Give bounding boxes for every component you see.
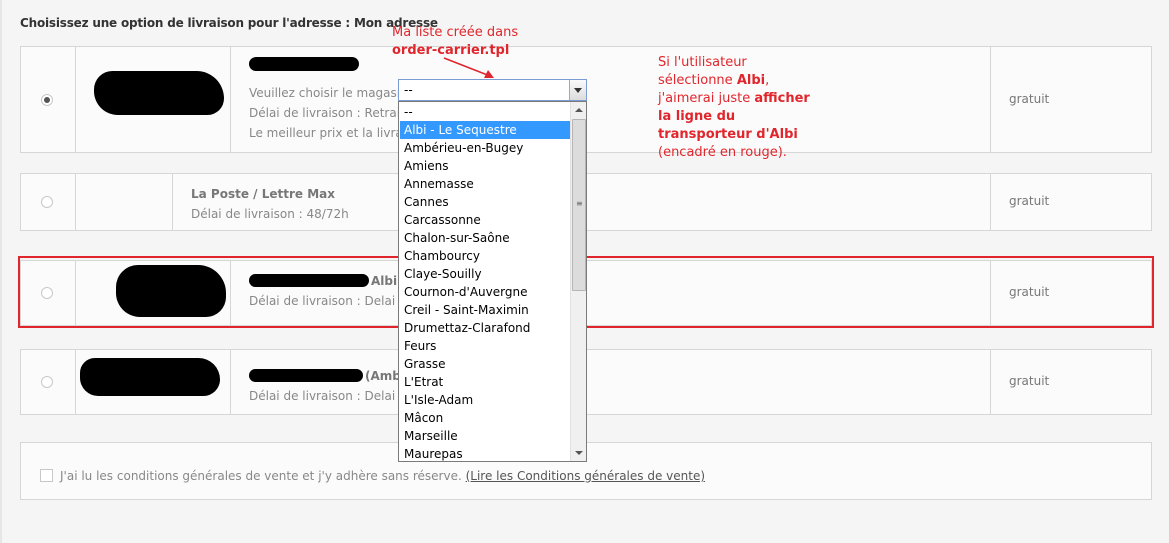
store-option[interactable]: Ambérieu-en-Bugey (400, 139, 570, 157)
store-option[interactable]: Mâcon (400, 409, 570, 427)
right-annotation-line6: (encadré en rouge). (658, 145, 787, 160)
note-text: sélectionne (658, 73, 737, 88)
terms-link[interactable]: (Lire les Conditions générales de vente) (466, 469, 705, 483)
store-option-list: -- Albi - Le Sequestre Ambérieu-en-Bugey Am… (400, 103, 570, 461)
carrier-price: gratuit (1009, 91, 1050, 106)
store-option[interactable]: Cournon-d'Auvergne (400, 283, 570, 301)
radio-cell (21, 47, 76, 152)
carrier-details: La Poste / Lettre Max Délai de livraison… (191, 184, 349, 224)
store-dropdown[interactable]: -- Albi - Le Sequestre Ambérieu-en-Bugey Am… (398, 101, 587, 462)
store-option[interactable]: L'Etrat (400, 373, 570, 391)
page-left-border (0, 0, 2, 543)
store-option[interactable]: Marseille (400, 427, 570, 445)
right-annotation-line1: Si l'utilisateur (658, 55, 747, 70)
logo-cell (76, 350, 231, 414)
grip-icon: ≡ (576, 199, 583, 208)
store-option[interactable]: Annemasse (400, 175, 570, 193)
store-select-value: -- (404, 83, 413, 97)
radio-cell (21, 174, 76, 230)
store-option[interactable]: Cannes (400, 193, 570, 211)
price-cell: gratuit (990, 350, 1151, 414)
scroll-down-icon[interactable] (571, 445, 586, 461)
right-annotation: Si l'utilisateur sélectionne Albi, j'aim… (658, 54, 810, 162)
right-annotation-line4: la ligne du (658, 109, 736, 124)
price-cell: gratuit (990, 174, 1151, 230)
carrier-radio[interactable] (41, 93, 53, 106)
store-option[interactable]: Claye-Souilly (400, 265, 570, 283)
page-title: Choisissez une option de livraison pour … (20, 16, 438, 30)
redacted-carrier-name (249, 369, 363, 382)
store-option[interactable]: Maurepas (400, 445, 570, 461)
scroll-thumb[interactable]: ≡ (572, 119, 586, 291)
terms-label: J'ai lu les conditions générales de vent… (60, 469, 462, 483)
carrier-details: (Ambe Délai de livraison : Delai XX (249, 366, 415, 406)
store-option[interactable]: Feurs (400, 337, 570, 355)
carrier-price: gratuit (1009, 194, 1050, 208)
redacted-carrier-name (249, 57, 359, 71)
radio-cell (21, 350, 76, 414)
carrier-delay: Délai de livraison : Delai XX (249, 389, 416, 403)
redacted-logo (80, 358, 220, 396)
carrier-radio[interactable] (41, 376, 53, 388)
carrier-delay: Délai de livraison : Retrait e (249, 106, 416, 120)
note-bold: Albi (736, 73, 766, 88)
store-option[interactable]: Chambourcy (400, 247, 570, 265)
note-bold: afficher (754, 91, 810, 106)
carrier-delay: Délai de livraison : 48/72h (191, 207, 349, 221)
logo-cell (76, 174, 173, 230)
store-option[interactable]: Creil - Saint-Maximin (400, 301, 570, 319)
store-option[interactable]: Albi - Le Sequestre (400, 121, 570, 139)
terms-checkbox[interactable] (40, 469, 53, 482)
arrow-icon (443, 57, 494, 78)
store-select-prompt: Veuillez choisir le magasin : (249, 86, 416, 100)
price-cell: gratuit (990, 47, 1151, 152)
logo-cell (76, 47, 231, 152)
store-option[interactable]: Carcassonne (400, 211, 570, 229)
carrier-best-price: Le meilleur prix et la livraiso (249, 126, 420, 140)
scroll-up-icon[interactable] (571, 102, 586, 118)
carrier-name: La Poste / Lettre Max (191, 187, 335, 201)
store-option[interactable]: Grasse (400, 355, 570, 373)
note-text: j'aimerai juste (658, 91, 755, 106)
note-text: , (765, 73, 770, 88)
carrier-radio[interactable] (41, 196, 53, 208)
right-annotation-line2: sélectionne Albi, (658, 72, 810, 90)
redacted-logo (94, 71, 224, 115)
store-option[interactable]: Chalon-sur-Saône (400, 229, 570, 247)
dropdown-scrollbar[interactable]: ≡ (570, 102, 586, 461)
terms-text: J'ai lu les conditions générales de vent… (60, 469, 705, 483)
carrier-price: gratuit (1009, 374, 1050, 388)
store-option[interactable]: Drumettaz-Clarafond (400, 319, 570, 337)
right-annotation-line3: j'aimerai juste afficher (658, 90, 810, 108)
carrier-details: Veuillez choisir le magasin : Délai de l… (249, 57, 420, 143)
chevron-down-icon[interactable] (569, 80, 586, 100)
right-annotation-line5: transporteur d'Albi (658, 127, 798, 142)
store-option[interactable]: L'Isle-Adam (400, 391, 570, 409)
store-option[interactable]: Amiens (400, 157, 570, 175)
store-option[interactable]: -- (400, 103, 570, 121)
list-annotation-line1: Ma liste créée dans (392, 25, 519, 40)
